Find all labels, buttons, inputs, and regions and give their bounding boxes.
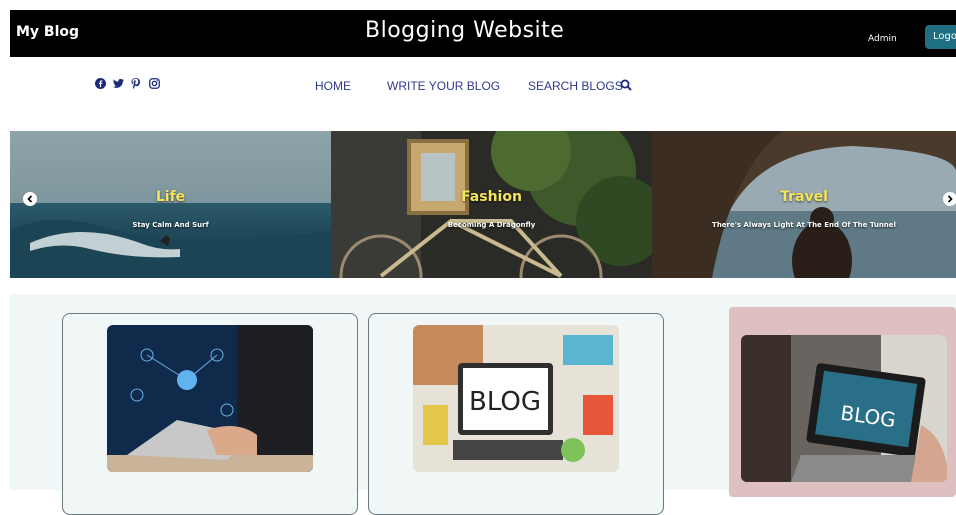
chevron-left-icon bbox=[27, 195, 33, 203]
slide-subtitle: Becoming A Dragonfly bbox=[447, 221, 536, 229]
twitter-icon[interactable] bbox=[113, 78, 124, 91]
user-name: Admin bbox=[868, 34, 897, 44]
blog-card-featured[interactable]: BLOG bbox=[729, 307, 956, 497]
nav-write-blog[interactable]: WRITE YOUR BLOG bbox=[387, 79, 500, 93]
carousel-prev-button[interactable] bbox=[23, 192, 37, 206]
slide-subtitle: There's Always Light At The End Of The T… bbox=[712, 221, 896, 229]
logout-button[interactable]: Logout bbox=[925, 25, 956, 49]
slide-subtitle: Stay Calm And Surf bbox=[132, 221, 209, 229]
slide-travel[interactable]: Travel There's Always Light At The End O… bbox=[652, 131, 956, 278]
social-links bbox=[95, 78, 160, 91]
blog-text: BLOG bbox=[469, 387, 541, 417]
nav-home[interactable]: HOME bbox=[315, 79, 351, 93]
pinterest-icon[interactable] bbox=[131, 78, 142, 91]
slide-life[interactable]: Life Stay Calm And Surf bbox=[10, 131, 331, 278]
hero-carousel: Life Stay Calm And Surf Fashion Becoming… bbox=[10, 131, 956, 278]
slide-fashion[interactable]: Fashion Becoming A Dragonfly bbox=[331, 131, 652, 278]
facebook-icon[interactable] bbox=[95, 78, 106, 91]
blog-card-image: BLOG bbox=[413, 325, 619, 472]
top-bar: My Blog Blogging Website Admin Logout bbox=[10, 10, 956, 57]
blog-card-image: BLOG bbox=[741, 335, 947, 482]
blog-card-image bbox=[107, 325, 313, 472]
blog-card[interactable] bbox=[62, 313, 358, 515]
instagram-icon[interactable] bbox=[149, 78, 160, 91]
slide-title: Life bbox=[155, 189, 186, 205]
blog-card[interactable]: BLOG bbox=[368, 313, 664, 515]
carousel-next-button[interactable] bbox=[943, 192, 956, 206]
slide-title: Fashion bbox=[461, 189, 522, 205]
search-icon[interactable] bbox=[620, 79, 632, 91]
nav-search-blogs[interactable]: SEARCH BLOGS bbox=[528, 79, 623, 93]
site-title: Blogging Website bbox=[365, 18, 565, 43]
chevron-right-icon bbox=[947, 195, 953, 203]
slide-title: Travel bbox=[780, 189, 828, 205]
brand-logo[interactable]: My Blog bbox=[16, 24, 79, 40]
